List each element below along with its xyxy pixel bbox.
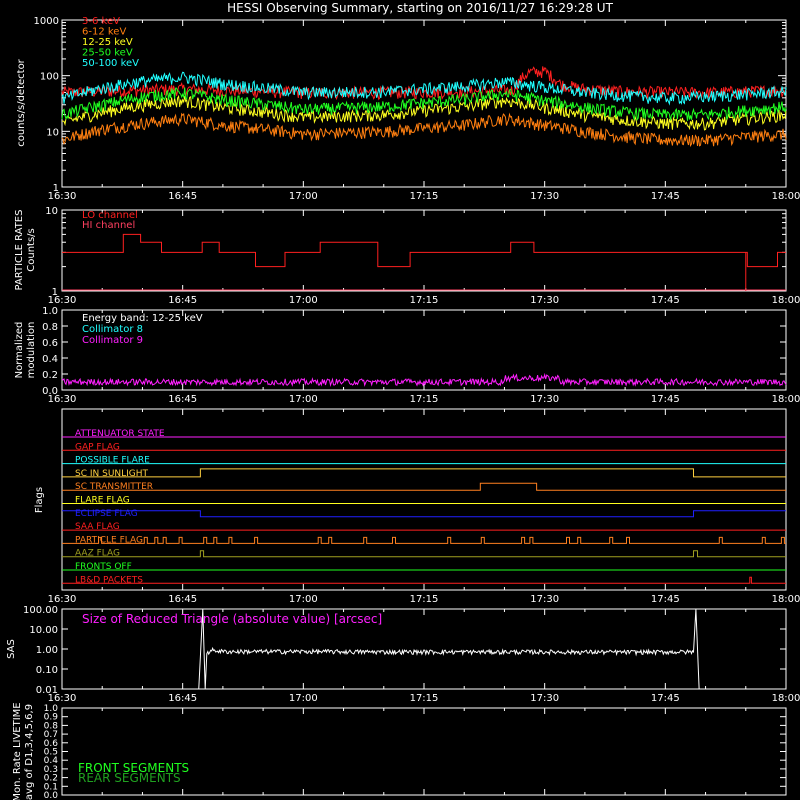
y-tick-label: 0.1 [44,782,58,792]
y-tick-label: 0.4 [44,756,59,766]
x-tick-label: 18:00 [772,594,800,605]
energy-band-annotation: Energy band: 12-25 keV [82,313,203,324]
x-tick-label: 17:30 [530,394,559,405]
legend-entry: 12-25 keV [82,37,133,48]
y-tick-label: 0.8 [42,322,58,333]
x-tick-label: 17:30 [530,594,559,605]
y-axis-label: avg of D1,3,4,5,6,9 [24,704,35,800]
y-tick-label: 1 [53,183,59,194]
y-tick-label: 1 [52,287,58,298]
y-tick-label: 0.8 [44,721,59,731]
x-tick-label: 17:30 [530,295,559,306]
x-tick-label: 17:15 [410,693,439,704]
x-tick-label: 17:00 [289,693,318,704]
y-axis-label: counts/s/detector [16,58,27,146]
x-tick-label: 16:30 [48,594,77,605]
x-tick-label: 17:00 [289,394,318,405]
legend-entry: Collimator 8 [82,324,143,335]
x-tick-label: 17:15 [410,295,439,306]
legend-entry: 6-12 keV [82,27,126,38]
y-axis-label: Flags [34,487,45,513]
y-tick-label: 100 [40,72,59,83]
y-axis-label: Mon. Rate LIVETIME [12,702,23,800]
x-tick-label: 17:00 [289,594,318,605]
y-axis-label: modulation [26,322,37,379]
y-tick-label: 0.9 [44,713,59,723]
y-tick-label: 10.00 [29,625,58,636]
legend-entry: 50-100 keV [82,58,139,69]
x-tick-label: 18:00 [772,191,800,202]
x-tick-label: 17:00 [289,295,318,306]
x-tick-label: 16:45 [168,191,197,202]
y-tick-label: 10 [46,127,59,138]
x-tick-label: 17:45 [651,594,680,605]
x-tick-label: 18:00 [772,394,800,405]
x-tick-label: 17:00 [289,191,318,202]
y-tick-label: 1.0 [42,306,58,317]
x-tick-label: 17:15 [410,191,439,202]
x-tick-label: 16:45 [168,693,197,704]
y-tick-label: 0.5 [44,748,58,758]
y-tick-label: 1000 [34,16,59,27]
y-axis-label: SAS [6,639,17,659]
y-tick-label: 1.00 [36,645,58,656]
y-tick-label: 100.00 [23,605,58,616]
y-tick-label: 0.2 [42,370,58,381]
y-tick-label: 0.2 [44,774,58,784]
legend-entry: REAR SEGMENTS [78,771,181,785]
sas-annotation: Size of Reduced Triangle (absolute value… [82,612,382,626]
x-tick-label: 16:45 [168,394,197,405]
x-tick-label: 17:30 [530,693,559,704]
hessi-summary-chart: HESSI Observing Summary, starting on 201… [0,0,800,800]
legend-entry: Collimator 9 [82,335,143,346]
y-tick-label: 0.6 [44,739,59,749]
x-tick-label: 17:15 [410,394,439,405]
x-tick-label: 16:45 [168,295,197,306]
y-tick-label: 0.6 [42,338,58,349]
chart-title: HESSI Observing Summary, starting on 201… [227,1,613,15]
x-tick-label: 17:45 [651,191,680,202]
y-tick-label: 0.7 [44,730,58,740]
x-tick-label: 17:30 [530,191,559,202]
x-tick-label: 17:15 [410,594,439,605]
y-tick-label: 0.3 [44,765,58,775]
y-tick-label: 0.10 [36,665,58,676]
y-tick-label: 0.01 [36,685,58,696]
y-tick-label: 10 [45,206,58,217]
x-tick-label: 17:45 [651,394,680,405]
y-axis-label: Counts/s [26,228,37,272]
y-tick-label: 0.0 [44,791,59,800]
legend-entry: HI channel [82,220,135,231]
legend-entry: 3-6 keV [82,16,120,27]
x-tick-label: 16:45 [168,594,197,605]
legend-entry: 25-50 keV [82,48,133,59]
x-tick-label: 17:45 [651,295,680,306]
y-tick-label: 1.0 [44,704,59,714]
x-tick-label: 17:45 [651,693,680,704]
x-tick-label: 18:00 [772,295,800,306]
y-tick-label: 0.0 [42,386,58,397]
y-tick-label: 0.4 [42,354,58,365]
y-axis-label: PARTICLE RATES [14,210,25,291]
y-axis-label: Normalized [14,322,25,379]
x-tick-label: 18:00 [772,693,800,704]
